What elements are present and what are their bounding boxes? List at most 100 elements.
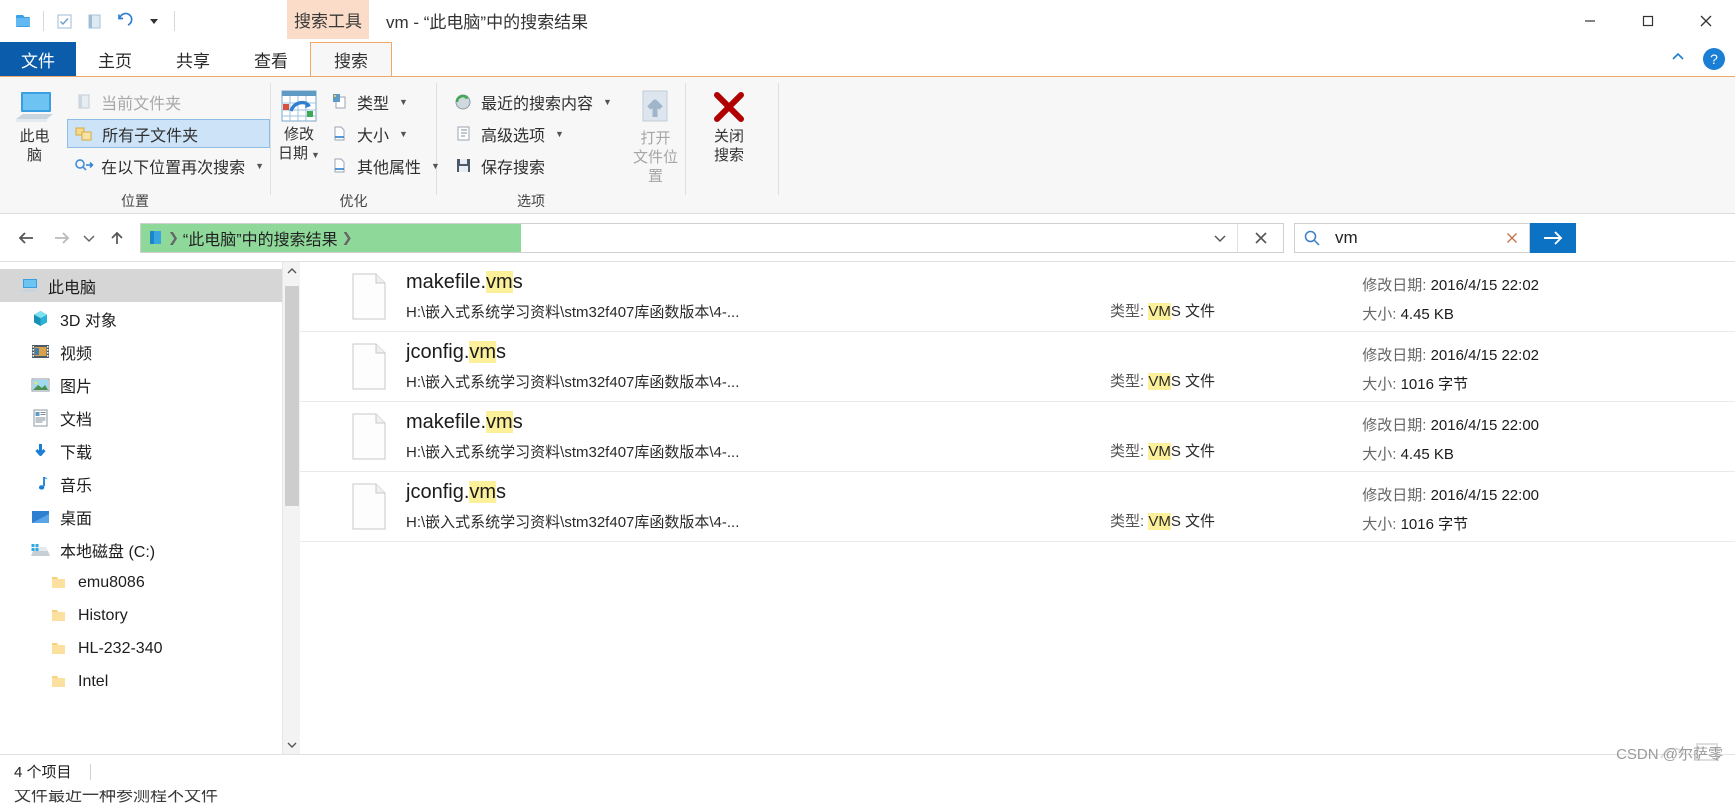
undo-icon[interactable] xyxy=(109,6,139,36)
size-button[interactable]: 大小 ▼ xyxy=(323,119,446,148)
up-button[interactable] xyxy=(100,221,134,255)
table-row[interactable]: makefile.vms H:\嵌入式系统学习资料\stm32f407库函数版本… xyxy=(300,262,1735,332)
search-input[interactable]: vm xyxy=(1329,228,1495,248)
music-icon xyxy=(30,473,51,494)
all-subfolders-button[interactable]: 所有子文件夹 xyxy=(67,119,270,148)
file-path: H:\嵌入式系统学习资料\stm32f407库函数版本\4-... xyxy=(406,514,740,531)
folder-icon xyxy=(48,605,69,626)
ribbon-divider-4 xyxy=(778,83,779,195)
close-icon[interactable] xyxy=(1677,0,1735,42)
scroll-down-icon[interactable] xyxy=(283,736,300,754)
current-folder-button[interactable]: 当前文件夹 xyxy=(67,87,270,116)
recent-searches-button[interactable]: 最近的搜索内容 ▼ xyxy=(447,87,618,116)
folder-icon xyxy=(48,671,69,692)
sidebar-item-pictures[interactable]: 图片 xyxy=(0,368,300,401)
new-folder-icon[interactable] xyxy=(79,6,109,36)
breadcrumb-separator-1[interactable]: ❯ xyxy=(168,230,179,246)
search-box[interactable]: vm xyxy=(1294,222,1530,253)
breadcrumb-current[interactable]: “此电脑”中的搜索结果 xyxy=(183,226,338,250)
search-go-button[interactable] xyxy=(1530,222,1576,253)
address-dropdown-button[interactable] xyxy=(1203,224,1237,252)
help-icon[interactable]: ? xyxy=(1703,48,1725,70)
chevron-down-icon[interactable]: ▼ xyxy=(399,97,408,107)
sidebar-item-downloads[interactable]: 下载 xyxy=(0,434,300,467)
scrollbar-thumb[interactable] xyxy=(285,286,299,506)
file-date: 修改日期: 2016/4/15 22:00 xyxy=(1362,417,1539,434)
sidebar-item-emu8086[interactable]: emu8086 xyxy=(0,566,300,599)
search-again-button[interactable]: 在以下位置再次搜索 ▼ xyxy=(67,151,270,180)
chevron-down-icon[interactable]: ▼ xyxy=(603,97,612,107)
open-file-location-icon xyxy=(633,89,677,129)
chevron-down-icon[interactable]: ▼ xyxy=(255,161,264,171)
maximize-icon[interactable] xyxy=(1619,0,1677,42)
sidebar-item-history[interactable]: History xyxy=(0,599,300,632)
breadcrumb-separator-2[interactable]: ❯ xyxy=(342,230,353,246)
date-modified-label-1: 修改 xyxy=(283,126,314,143)
file-date: 修改日期: 2016/4/15 22:02 xyxy=(1362,347,1539,364)
date-modified-button[interactable]: 修改 日期 ▼ xyxy=(277,85,321,165)
sidebar-item-intel[interactable]: Intel xyxy=(0,665,300,698)
table-row[interactable]: jconfig.vms H:\嵌入式系统学习资料\stm32f407库函数版本\… xyxy=(300,332,1735,402)
minimize-icon[interactable] xyxy=(1561,0,1619,42)
chevron-down-icon[interactable]: ▼ xyxy=(555,129,564,139)
chevron-down-icon[interactable]: ▼ xyxy=(311,150,320,160)
close-search-label-2: 搜索 xyxy=(713,147,744,164)
clear-search-icon[interactable] xyxy=(1495,230,1529,246)
back-button[interactable] xyxy=(10,221,44,255)
scroll-up-icon[interactable] xyxy=(283,262,300,280)
forward-button[interactable] xyxy=(44,221,78,255)
other-properties-icon xyxy=(329,155,350,176)
navigation-scrollbar[interactable] xyxy=(282,262,300,754)
folder-icon[interactable] xyxy=(8,6,38,36)
file-date: 修改日期: 2016/4/15 22:02 xyxy=(1362,277,1539,294)
chevron-down-icon[interactable]: ▼ xyxy=(399,129,408,139)
file-date: 修改日期: 2016/4/15 22:00 xyxy=(1362,487,1539,504)
table-row[interactable]: makefile.vms H:\嵌入式系统学习资料\stm32f407库函数版本… xyxy=(300,402,1735,472)
file-meta: 修改日期: 2016/4/15 22:00 大小: 4.45 KB xyxy=(1362,414,1539,472)
close-search-button[interactable]: 关闭 搜索 xyxy=(698,85,760,165)
size-label: 大小 xyxy=(357,127,390,145)
other-properties-button[interactable]: 其他属性 ▼ xyxy=(323,151,446,180)
tab-home[interactable]: 主页 xyxy=(76,42,154,76)
stop-refresh-button[interactable] xyxy=(1237,223,1283,252)
table-row[interactable]: jconfig.vms H:\嵌入式系统学习资料\stm32f407库函数版本\… xyxy=(300,472,1735,542)
sidebar-item-local-disk-c[interactable]: 本地磁盘 (C:) xyxy=(0,533,300,566)
sidebar-label: 下载 xyxy=(60,444,93,462)
address-bar[interactable]: ❯ “此电脑”中的搜索结果 ❯ xyxy=(140,222,1284,253)
tab-share[interactable]: 共享 xyxy=(154,42,232,76)
this-pc-icon xyxy=(18,275,39,296)
recent-locations-button[interactable] xyxy=(78,221,100,255)
sidebar-label: 桌面 xyxy=(60,510,93,528)
open-file-location-button[interactable]: 打开 文件位置 xyxy=(626,85,685,186)
file-size: 大小: 1016 字节 xyxy=(1362,376,1469,393)
customize-dropdown-icon[interactable] xyxy=(139,6,169,36)
type-button[interactable]: 类型 ▼ xyxy=(323,87,446,116)
sidebar-label: History xyxy=(78,606,128,624)
this-pc-button[interactable]: 此电 脑 xyxy=(10,85,59,165)
quick-access-toolbar xyxy=(0,0,180,42)
file-path: H:\嵌入式系统学习资料\stm32f407库函数版本\4-... xyxy=(406,304,740,321)
3d-objects-icon xyxy=(30,308,51,329)
sidebar-item-hl-232-340[interactable]: HL-232-340 xyxy=(0,632,300,665)
chevron-up-icon[interactable] xyxy=(1669,50,1689,69)
file-main: jconfig.vms H:\嵌入式系统学习资料\stm32f407库函数版本\… xyxy=(406,341,739,392)
recent-searches-label: 最近的搜索内容 xyxy=(481,95,594,113)
sidebar-item-desktop[interactable]: 桌面 xyxy=(0,500,300,533)
tab-file[interactable]: 文件 xyxy=(0,42,76,76)
properties-checkbox-icon[interactable] xyxy=(49,6,79,36)
tab-view[interactable]: 查看 xyxy=(232,42,310,76)
tab-search[interactable]: 搜索 xyxy=(310,42,392,76)
file-size: 大小: 4.45 KB xyxy=(1362,306,1454,323)
sidebar-item-videos[interactable]: 视频 xyxy=(0,335,300,368)
search-icon xyxy=(1295,229,1329,247)
save-search-button[interactable]: 保存搜索 xyxy=(447,151,618,180)
location-small-buttons: 当前文件夹 所有子文件夹 在以下位置再次搜索 ▼ xyxy=(67,85,270,180)
sidebar-item-this-pc[interactable]: 此电脑 xyxy=(0,269,300,302)
file-type: 类型: VMS 文件 xyxy=(1110,303,1216,320)
sidebar-item-music[interactable]: 音乐 xyxy=(0,467,300,500)
sidebar-label: Intel xyxy=(78,672,109,690)
ribbon-group-location: 此电 脑 当前文件夹 所有子文件夹 在以下位置再次搜索 ▼ 位置 xyxy=(0,77,270,215)
sidebar-item-documents[interactable]: 文档 xyxy=(0,401,300,434)
advanced-options-button[interactable]: 高级选项 ▼ xyxy=(447,119,618,148)
sidebar-item-3d-objects[interactable]: 3D 对象 xyxy=(0,302,300,335)
